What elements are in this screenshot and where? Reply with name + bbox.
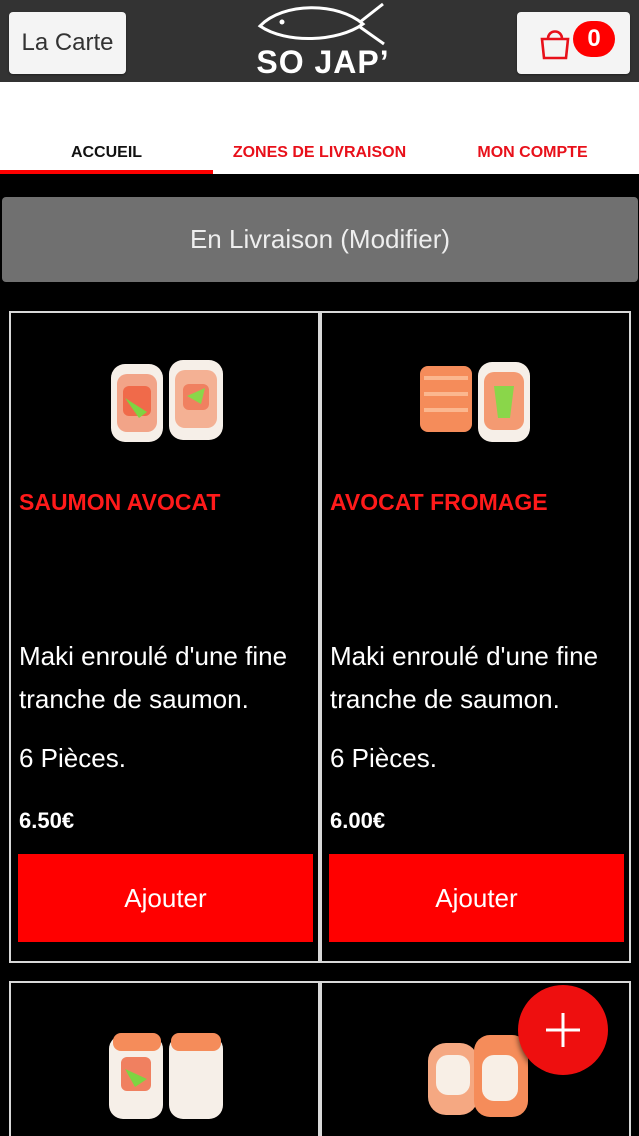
plus-icon: [546, 1013, 580, 1047]
product-description: Maki enroulé d'une fine tranche de saumo…: [330, 641, 599, 714]
product-card: SAUMON AVOCAT Maki enroulé d'une fine tr…: [9, 311, 320, 963]
product-price: 6.50€: [19, 808, 75, 833]
product-card: [9, 981, 320, 1136]
add-fab-button[interactable]: [518, 985, 608, 1075]
product-name: SAUMON AVOCAT: [19, 489, 221, 515]
product-image: [111, 360, 223, 442]
tab-accueil[interactable]: ACCUEIL: [0, 144, 213, 174]
product-card: AVOCAT FROMAGE Maki enroulé d'une fine t…: [320, 311, 631, 963]
product-image: [109, 1033, 223, 1119]
cart-button[interactable]: 0: [517, 12, 630, 74]
tab-mon-compte[interactable]: MON COMPTE: [426, 144, 639, 174]
cart-count-badge: 0: [573, 21, 615, 57]
fish-logo-icon: [257, 2, 385, 46]
product-image: [428, 1035, 528, 1117]
tab-zones-de-livraison[interactable]: ZONES DE LIVRAISON: [213, 144, 426, 174]
logo-text: SO JAP’: [256, 44, 390, 80]
product-image: [420, 362, 530, 442]
add-to-cart-button[interactable]: Ajouter: [329, 854, 624, 942]
add-to-cart-button[interactable]: Ajouter: [18, 854, 313, 942]
nav-tabs: ACCUEIL ZONES DE LIVRAISON MON COMPTE: [0, 82, 639, 174]
logo[interactable]: SO JAP’: [238, 0, 408, 80]
product-description: Maki enroulé d'une fine tranche de saumo…: [19, 641, 288, 714]
product-pieces: 6 Pièces.: [19, 743, 126, 773]
app-header: La Carte SO JAP’ 0: [0, 0, 639, 82]
product-price: 6.00€: [330, 808, 386, 833]
la-carte-button[interactable]: La Carte: [9, 12, 126, 74]
delivery-mode-button[interactable]: En Livraison (Modifier): [2, 197, 638, 282]
product-pieces: 6 Pièces.: [330, 743, 437, 773]
shopping-bag-icon: [540, 30, 570, 60]
product-name: AVOCAT FROMAGE: [330, 489, 548, 515]
